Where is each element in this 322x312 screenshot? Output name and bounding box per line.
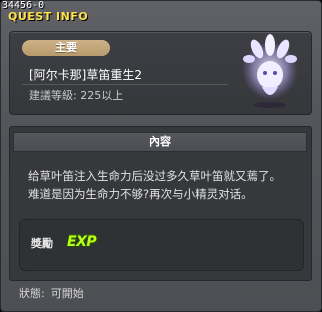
quest-status: 狀態: 可開始 bbox=[19, 287, 90, 300]
window-title: QUEST INFO bbox=[8, 10, 89, 23]
spirit-creature-icon bbox=[235, 33, 305, 113]
status-label: 狀態: bbox=[19, 287, 45, 300]
reward-label: 獎勵 bbox=[31, 237, 53, 250]
content-header: 內容 bbox=[13, 132, 307, 152]
description-line: 难道是因为生命力不够?再次与小精灵对话。 bbox=[28, 187, 253, 201]
reward-box bbox=[19, 219, 304, 271]
quest-description: 给草叶笛注入生命力后没过多久草叶笛就又蔫了。 难道是因为生命力不够?再次与小精灵… bbox=[28, 167, 304, 203]
status-value: 可開始 bbox=[50, 287, 84, 300]
description-line: 给草叶笛注入生命力后没过多久草叶笛就又蔫了。 bbox=[28, 169, 281, 183]
recommended-level: 建議等級: 225以上 bbox=[29, 89, 124, 102]
quest-type-tag: 主要 bbox=[22, 40, 110, 56]
exp-icon: EXP bbox=[67, 234, 97, 250]
quest-name: [阿尔卡那]草笛重生2 bbox=[29, 68, 142, 82]
quest-divider bbox=[22, 84, 228, 85]
